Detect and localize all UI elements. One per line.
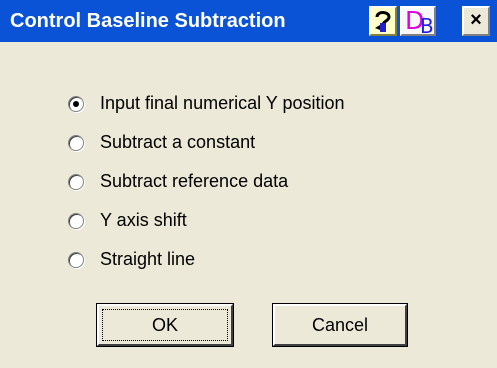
radio-button[interactable] <box>68 252 84 268</box>
db-button-b: B <box>420 14 434 38</box>
radio-label: Input final numerical Y position <box>100 93 345 113</box>
window-title: Control Baseline Subtraction <box>10 10 286 32</box>
cancel-button[interactable]: Cancel <box>272 303 408 347</box>
radio-button[interactable] <box>68 213 84 229</box>
radio-label: Subtract a constant <box>100 132 256 152</box>
ok-button[interactable]: OK <box>96 303 234 347</box>
help-button[interactable] <box>369 6 397 36</box>
radio-button[interactable] <box>68 96 84 112</box>
db-button[interactable]: D B <box>400 6 436 38</box>
cancel-label: Cancel <box>311 315 369 335</box>
radio-label: Y axis shift <box>100 210 187 230</box>
radio-label: Subtract reference data <box>100 171 289 191</box>
radio-label: Straight line <box>100 249 196 269</box>
radio-button[interactable] <box>68 174 84 190</box>
help-pointer-icon <box>375 11 391 32</box>
focus-rect <box>102 309 228 341</box>
close-button[interactable]: × <box>462 6 490 36</box>
radio-selected-dot <box>73 101 79 107</box>
title-bar[interactable]: Control Baseline Subtraction D B × <box>0 0 497 42</box>
radio-button[interactable] <box>68 135 84 151</box>
